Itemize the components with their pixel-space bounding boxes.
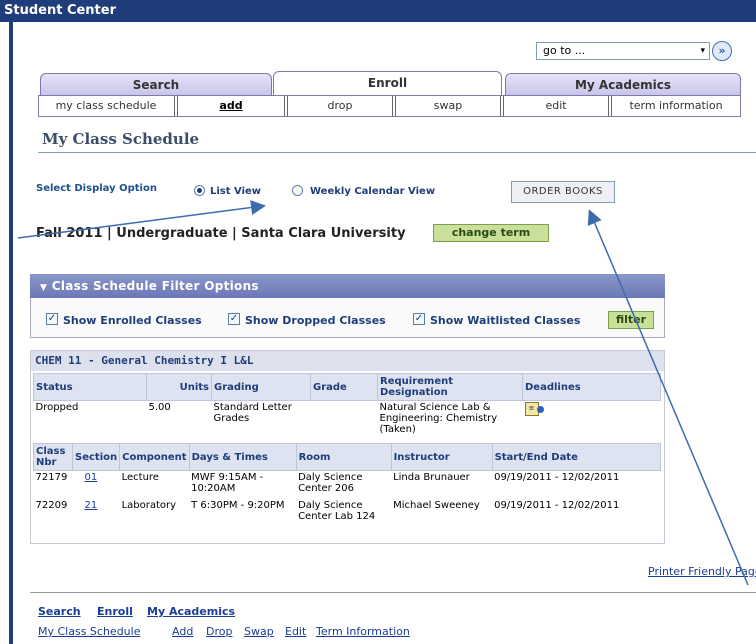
annotation-arrow xyxy=(587,209,749,586)
annotation-arrows xyxy=(17,200,749,586)
annotation-arrow xyxy=(17,200,266,239)
